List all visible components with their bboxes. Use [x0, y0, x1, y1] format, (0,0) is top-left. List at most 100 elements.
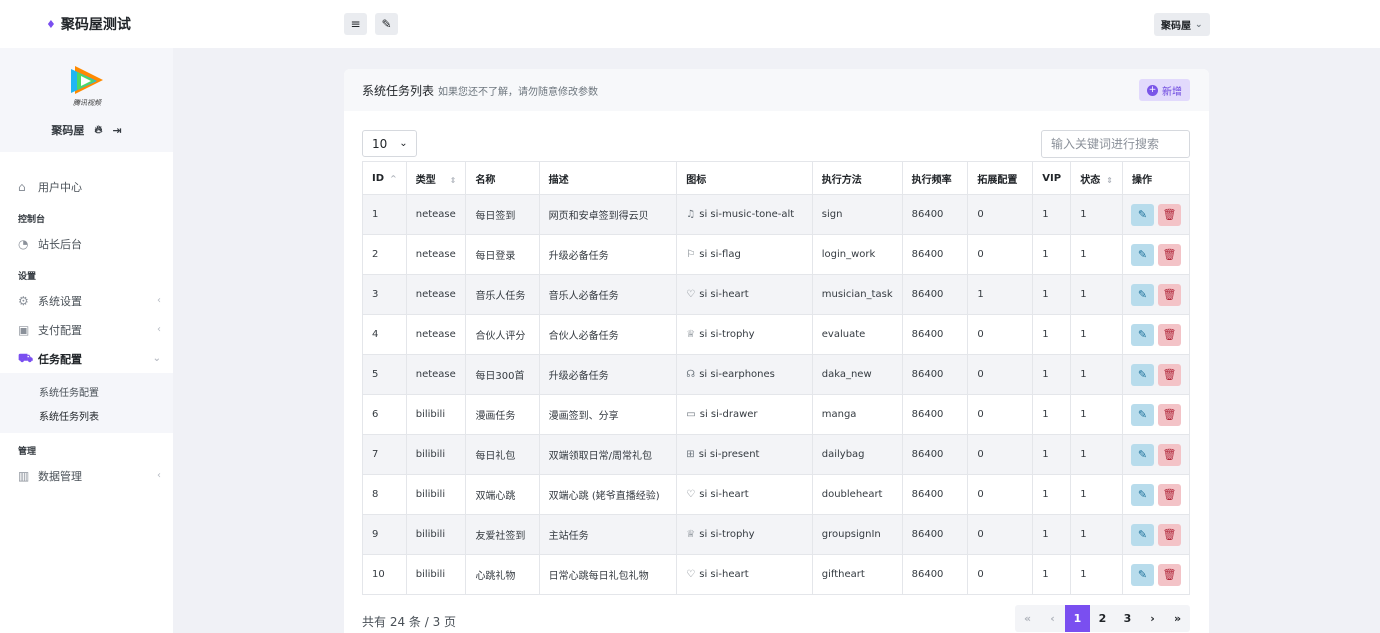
sidebar-item-system-settings[interactable]: ⚙ 系统设置 ‹: [0, 286, 173, 315]
cell-type: bilibili: [405, 514, 467, 555]
cell-ext: 0: [967, 474, 1034, 515]
logout-icon[interactable]: ⇥: [112, 124, 121, 137]
cell-status: 1: [1070, 354, 1123, 395]
delete-button[interactable]: 🗑︎: [1158, 203, 1181, 226]
edit-button[interactable]: ✎: [1131, 523, 1154, 546]
cell-freq: 86400: [901, 274, 969, 315]
user-menu-button[interactable]: 聚码屋 ⌄: [1154, 13, 1210, 36]
page-3-button[interactable]: 3: [1115, 605, 1140, 632]
add-task-button[interactable]: + 新增: [1139, 79, 1190, 101]
delete-button[interactable]: 🗑︎: [1158, 243, 1181, 266]
trash-icon: 🗑︎: [1162, 488, 1177, 501]
task-table: ID ^ 类型 ⇕ 名称 描述 图标 执行方法 执行频率 拓展配置 VIP 状态 ⇕ …: [362, 161, 1190, 595]
cell-vip: 1: [1032, 234, 1072, 275]
cell-status: 1: [1070, 434, 1123, 475]
cell-ext: 1: [967, 274, 1034, 315]
sidebar-item-admin[interactable]: ◔ 站长后台: [0, 229, 173, 258]
edit-button[interactable]: ✎: [1131, 243, 1154, 266]
edit-button[interactable]: ✎: [1131, 323, 1154, 346]
drawer-icon: ▭: [686, 409, 696, 420]
column-header-type[interactable]: 类型 ⇕: [405, 161, 467, 195]
delete-button[interactable]: 🗑︎: [1158, 323, 1181, 346]
delete-button[interactable]: 🗑︎: [1158, 443, 1181, 466]
cell-desc: 主站任务: [538, 514, 678, 555]
cell-actions: ✎ 🗑︎: [1122, 474, 1190, 515]
trash-icon: 🗑︎: [1162, 568, 1177, 581]
next-page-button[interactable]: ›: [1140, 605, 1165, 632]
table-row: 4 netease 合伙人评分 合伙人必备任务 ♕ si si-trophy evaluat…: [362, 314, 1190, 355]
icon-class-label: si si-flag: [699, 249, 741, 260]
section-settings: 设置: [18, 272, 37, 282]
theme-button[interactable]: ✎: [375, 13, 398, 35]
chevron-left-icon: ‹: [157, 324, 161, 335]
delete-button[interactable]: 🗑︎: [1158, 403, 1181, 426]
delete-button[interactable]: 🗑︎: [1158, 523, 1181, 546]
edit-button[interactable]: ✎: [1131, 203, 1154, 226]
card-header: 系统任务列表 如果您还不了解，请勿随意修改参数 + 新增: [344, 69, 1209, 111]
user-row: 聚码屋 🔥︎ ⇥: [51, 122, 121, 138]
cell-type: netease: [405, 314, 467, 355]
edit-button[interactable]: ✎: [1131, 563, 1154, 586]
page-size-select[interactable]: 10 ⌄: [362, 130, 417, 157]
flame-icon: ♦: [46, 17, 56, 31]
sidebar-subitem-task-list[interactable]: 系统任务列表: [0, 403, 173, 427]
cell-type: bilibili: [405, 554, 467, 595]
edit-button[interactable]: ✎: [1131, 483, 1154, 506]
edit-icon: ✎: [1137, 208, 1148, 221]
search-input[interactable]: [1041, 130, 1190, 158]
cell-ext: 0: [967, 434, 1034, 475]
delete-button[interactable]: 🗑︎: [1158, 483, 1181, 506]
cell-type: bilibili: [405, 394, 467, 435]
home-icon: ⌂: [18, 179, 26, 194]
cell-icon: ♡ si si-heart: [676, 554, 813, 595]
edit-icon: ✎: [1137, 288, 1148, 301]
sidebar-item-payment-settings[interactable]: ▣ 支付配置 ‹: [0, 315, 173, 344]
cell-method: giftheart: [811, 554, 903, 595]
delete-button[interactable]: 🗑︎: [1158, 563, 1181, 586]
edit-button[interactable]: ✎: [1131, 283, 1154, 306]
page-2-button[interactable]: 2: [1090, 605, 1115, 632]
edit-button[interactable]: ✎: [1131, 403, 1154, 426]
table-row: 9 bilibili 友爱社签到 主站任务 ♕ si si-trophy groupsign…: [362, 514, 1190, 555]
cell-method: manga: [811, 394, 903, 435]
prev-page-button[interactable]: ‹: [1040, 605, 1065, 632]
column-header-id[interactable]: ID ^: [362, 161, 407, 195]
cell-icon: ⊞ si si-present: [676, 434, 813, 475]
cell-desc: 日常心跳每日礼包礼物: [538, 554, 678, 595]
sidebar-item-data-manage[interactable]: ▥ 数据管理 ‹: [0, 461, 173, 490]
page-1-button[interactable]: 1: [1065, 605, 1090, 632]
menu-toggle-button[interactable]: ≡: [344, 13, 367, 35]
cell-desc: 音乐人必备任务: [538, 274, 678, 315]
cell-desc: 合伙人必备任务: [538, 314, 678, 355]
first-page-button[interactable]: «: [1015, 605, 1040, 632]
delete-button[interactable]: 🗑︎: [1158, 363, 1181, 386]
last-page-button[interactable]: »: [1165, 605, 1190, 632]
cell-desc: 升级必备任务: [538, 354, 678, 395]
cell-actions: ✎ 🗑︎: [1122, 554, 1190, 595]
brand[interactable]: ♦ 聚码屋测试: [0, 0, 173, 48]
cell-freq: 86400: [901, 354, 969, 395]
sidebar-subitem-task-config[interactable]: 系统任务配置: [0, 379, 173, 403]
edit-icon: ✎: [1137, 488, 1148, 501]
table-body: 1 netease 每日签到 网页和安卓签到得云贝 ♫ si si-music-tone-…: [362, 194, 1190, 595]
sidebar-item-user-center[interactable]: ⌂ 用户中心: [0, 172, 173, 201]
trash-icon: 🗑︎: [1162, 328, 1177, 341]
cell-status: 1: [1070, 514, 1123, 555]
cell-method: groupsignIn: [811, 514, 903, 555]
edit-button[interactable]: ✎: [1131, 443, 1154, 466]
flag-icon: ⚐: [686, 249, 696, 260]
cell-id: 6: [362, 394, 407, 435]
cell-desc: 双端心跳 (姥爷直播经验): [538, 474, 678, 515]
flame-icon[interactable]: 🔥︎: [94, 123, 102, 137]
column-header-status[interactable]: 状态 ⇕: [1070, 161, 1123, 195]
avatar[interactable]: 腾讯视频: [61, 62, 113, 108]
cell-name: 心跳礼物: [465, 554, 540, 595]
edit-button[interactable]: ✎: [1131, 363, 1154, 386]
sidebar-item-task-settings[interactable]: ⛟ 任务配置 ⌄: [0, 344, 173, 373]
pagination: « ‹ 1 2 3 › »: [1015, 605, 1190, 632]
cell-type: netease: [405, 194, 467, 235]
icon-class-label: si si-earphones: [699, 369, 775, 380]
cell-icon: ♡ si si-heart: [676, 274, 813, 315]
cell-desc: 网页和安卓签到得云贝: [538, 194, 678, 235]
delete-button[interactable]: 🗑︎: [1158, 283, 1181, 306]
